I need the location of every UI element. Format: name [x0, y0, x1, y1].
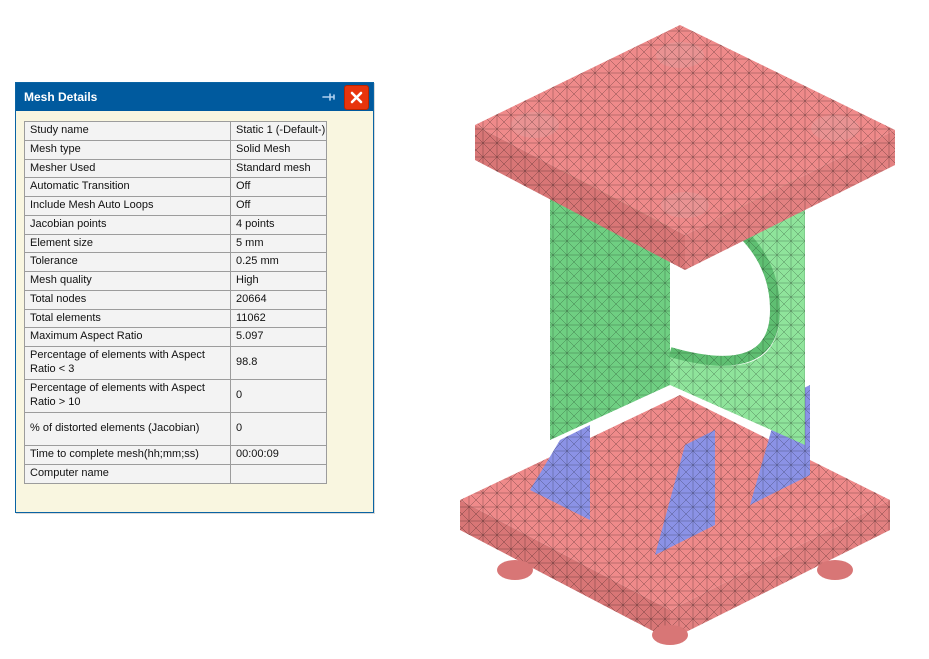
mesh-properties-table: Study nameStatic 1 (-Default-)Mesh typeS… [24, 121, 327, 484]
table-row: Total nodes20664 [25, 290, 327, 309]
property-label: Automatic Transition [25, 178, 231, 197]
pin-icon[interactable] [318, 87, 338, 107]
property-label: Mesh type [25, 140, 231, 159]
property-label: Computer name [25, 464, 231, 483]
property-value: 0 [231, 413, 327, 446]
property-label: Percentage of elements with Aspect Ratio… [25, 347, 231, 380]
property-label: Include Mesh Auto Loops [25, 197, 231, 216]
close-button[interactable] [344, 85, 369, 110]
property-label: Study name [25, 122, 231, 141]
property-label: Total elements [25, 309, 231, 328]
property-label: % of distorted elements (Jacobian) [25, 413, 231, 446]
property-value: High [231, 272, 327, 291]
property-value: Off [231, 178, 327, 197]
table-row: Maximum Aspect Ratio5.097 [25, 328, 327, 347]
table-row: Mesh qualityHigh [25, 272, 327, 291]
mesh-details-dialog: Mesh Details Study nameStatic 1 (-Defaul… [15, 82, 374, 513]
table-row: Jacobian points4 points [25, 215, 327, 234]
table-row: Study nameStatic 1 (-Default-) [25, 122, 327, 141]
table-row: % of distorted elements (Jacobian)0 [25, 413, 327, 446]
table-row: Tolerance0.25 mm [25, 253, 327, 272]
top-plate [475, 25, 895, 270]
property-value: Static 1 (-Default-) [231, 122, 327, 141]
property-label: Tolerance [25, 253, 231, 272]
property-value: Standard mesh [231, 159, 327, 178]
table-row: Percentage of elements with Aspect Ratio… [25, 380, 327, 413]
property-value: Off [231, 197, 327, 216]
property-value: 0 [231, 380, 327, 413]
property-label: Mesher Used [25, 159, 231, 178]
property-value: Solid Mesh [231, 140, 327, 159]
table-row: Mesher UsedStandard mesh [25, 159, 327, 178]
table-row: Computer name [25, 464, 327, 483]
property-label: Mesh quality [25, 272, 231, 291]
property-value: 5 mm [231, 234, 327, 253]
close-icon [349, 90, 364, 105]
property-value: 5.097 [231, 328, 327, 347]
property-value: 11062 [231, 309, 327, 328]
property-value: 4 points [231, 215, 327, 234]
property-value [231, 464, 327, 483]
table-row: Mesh typeSolid Mesh [25, 140, 327, 159]
property-label: Total nodes [25, 290, 231, 309]
dialog-body: Study nameStatic 1 (-Default-)Mesh typeS… [16, 111, 373, 512]
property-value: 0.25 mm [231, 253, 327, 272]
property-value: 00:00:09 [231, 446, 327, 465]
dialog-title: Mesh Details [24, 90, 318, 104]
dialog-titlebar[interactable]: Mesh Details [16, 83, 373, 111]
table-row: Automatic TransitionOff [25, 178, 327, 197]
property-label: Element size [25, 234, 231, 253]
table-row: Time to complete mesh(hh;mm;ss)00:00:09 [25, 446, 327, 465]
model-viewport[interactable] [420, 10, 920, 650]
property-label: Percentage of elements with Aspect Ratio… [25, 380, 231, 413]
table-row: Element size5 mm [25, 234, 327, 253]
property-label: Maximum Aspect Ratio [25, 328, 231, 347]
property-label: Jacobian points [25, 215, 231, 234]
property-value: 20664 [231, 290, 327, 309]
meshed-part-icon [420, 10, 920, 650]
table-row: Include Mesh Auto LoopsOff [25, 197, 327, 216]
table-row: Total elements11062 [25, 309, 327, 328]
property-label: Time to complete mesh(hh;mm;ss) [25, 446, 231, 465]
table-row: Percentage of elements with Aspect Ratio… [25, 347, 327, 380]
property-value: 98.8 [231, 347, 327, 380]
